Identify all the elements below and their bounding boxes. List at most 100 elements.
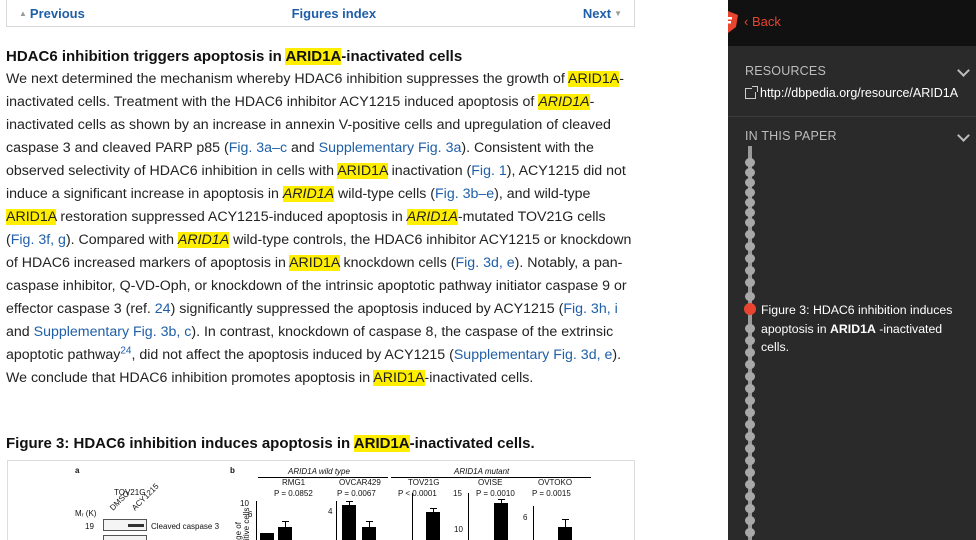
- timeline-marker[interactable]: [745, 516, 755, 525]
- timeline-marker[interactable]: [745, 242, 755, 251]
- y-axis: [256, 501, 257, 540]
- timeline-marker[interactable]: [745, 408, 755, 417]
- cell-line-name: OVCAR429: [339, 478, 381, 487]
- timeline-marker[interactable]: [745, 198, 755, 207]
- timeline-marker[interactable]: [745, 178, 755, 187]
- bar: [426, 512, 440, 540]
- figure-link[interactable]: Fig. 3d, e: [455, 255, 514, 271]
- bar: [362, 527, 376, 540]
- axis-tick: 15: [453, 489, 462, 498]
- article-pane: ▲ Previous Figures index Next ▼ HDAC6 in…: [0, 0, 728, 540]
- figure-heading: Figure 3: HDAC6 inhibition induces apopt…: [6, 435, 535, 452]
- bar: [342, 505, 356, 540]
- p-value: P = 0.0067: [337, 489, 376, 498]
- timeline-marker[interactable]: [745, 254, 755, 263]
- supplementary-figure-link[interactable]: Supplementary Fig. 3a: [319, 140, 462, 156]
- y-axis: [533, 506, 534, 540]
- timeline-marker[interactable]: [745, 292, 755, 301]
- timeline-marker[interactable]: [745, 420, 755, 429]
- gene-highlight: ARID1A: [177, 232, 230, 248]
- chevron-down-icon[interactable]: [957, 64, 970, 77]
- timeline-marker[interactable]: [745, 432, 755, 441]
- reference-link[interactable]: 24: [155, 301, 171, 317]
- gene-highlight: ARID1A: [568, 71, 620, 87]
- blot-band: [128, 524, 144, 527]
- timeline-active-marker[interactable]: [744, 303, 756, 315]
- triangle-down-icon: ▼: [614, 8, 622, 18]
- timeline-marker[interactable]: [745, 396, 755, 405]
- triangle-up-icon: ▲: [19, 8, 27, 18]
- timeline-marker[interactable]: [745, 336, 755, 345]
- timeline-marker[interactable]: [745, 360, 755, 369]
- figure-link[interactable]: Fig. 3h, i: [563, 301, 617, 317]
- error-bar-cap: [282, 521, 289, 522]
- y-axis: [336, 501, 337, 540]
- figure-link[interactable]: Fig. 3f, g: [11, 232, 66, 248]
- results-paragraph: We next determined the mechanism whereby…: [6, 71, 632, 386]
- back-link[interactable]: ‹ Back: [744, 14, 781, 29]
- bar: [278, 527, 292, 540]
- figure-link[interactable]: Fig. 3b–e: [435, 186, 494, 202]
- figures-index-link[interactable]: Figures index: [292, 6, 377, 21]
- timeline-marker[interactable]: [745, 468, 755, 477]
- axis-tick: 10: [240, 499, 249, 508]
- timeline-marker[interactable]: [745, 324, 755, 333]
- timeline-marker[interactable]: [745, 504, 755, 513]
- timeline-marker[interactable]: [745, 230, 755, 239]
- timeline-marker[interactable]: [745, 492, 755, 501]
- bar: [494, 503, 508, 540]
- figure-navigation-bar: ▲ Previous Figures index Next ▼: [6, 0, 635, 27]
- bar: [260, 533, 274, 540]
- timeline-marker[interactable]: [745, 372, 755, 381]
- gene-highlight: ARID1A: [337, 163, 388, 179]
- bar: [558, 527, 572, 540]
- mutant-group-label: ARID1A mutant: [454, 467, 510, 476]
- previous-link[interactable]: ▲ Previous: [19, 6, 85, 21]
- lane-label: ACY1215: [130, 481, 161, 513]
- context-sidebar: ‹ Back RESOURCES http://dbpedia.org/reso…: [728, 0, 976, 540]
- axis-tick: 10: [454, 525, 463, 534]
- p-value: P < 0.0001: [398, 489, 437, 498]
- y-axis: [468, 493, 469, 540]
- active-mention-caption[interactable]: Figure 3: HDAC6 inhibition induces apopt…: [761, 301, 966, 357]
- timeline-marker[interactable]: [745, 384, 755, 393]
- timeline-marker[interactable]: [745, 168, 755, 177]
- figure-link[interactable]: Fig. 3a–c: [229, 140, 287, 156]
- timeline-marker[interactable]: [745, 444, 755, 453]
- timeline-marker[interactable]: [745, 528, 755, 537]
- in-this-paper-section-title: IN THIS PAPER: [745, 129, 837, 143]
- gene-highlight: ARID1A: [282, 186, 335, 202]
- chevron-down-icon[interactable]: [957, 129, 970, 142]
- supplementary-figure-link[interactable]: Supplementary Fig. 3d, e: [454, 347, 613, 363]
- timeline-marker[interactable]: [745, 456, 755, 465]
- wild-type-group-label: ARID1A wild type: [288, 467, 350, 476]
- error-bar-cap: [498, 499, 505, 500]
- p-value: P = 0.0852: [274, 489, 313, 498]
- mention-timeline[interactable]: [744, 146, 756, 540]
- gene-highlight: ARID1A: [373, 370, 425, 386]
- western-blot: [103, 535, 147, 540]
- timeline-marker[interactable]: [745, 158, 755, 167]
- reference-link[interactable]: 24: [120, 345, 131, 356]
- timeline-marker[interactable]: [745, 218, 755, 227]
- external-link-icon: [745, 85, 758, 99]
- cell-line-name: RMG1: [282, 478, 306, 487]
- mw-value: 19: [85, 522, 94, 531]
- error-bar-cap: [366, 521, 373, 522]
- timeline-marker[interactable]: [745, 348, 755, 357]
- timeline-marker[interactable]: [745, 208, 755, 217]
- lane-label: DMSO: [108, 489, 132, 513]
- section-heading: HDAC6 inhibition triggers apoptosis in A…: [6, 48, 463, 65]
- timeline-marker[interactable]: [745, 480, 755, 489]
- figure-3-image[interactable]: a b TOV21G DMSO ACY1215 Mᵣ (K) 19 Cleave…: [7, 460, 635, 540]
- next-link[interactable]: Next ▼: [583, 6, 622, 21]
- timeline-marker[interactable]: [745, 266, 755, 275]
- timeline-marker[interactable]: [745, 278, 755, 287]
- axis-tick: 6: [523, 513, 528, 522]
- error-bar: [565, 519, 566, 527]
- figure-link[interactable]: Fig. 1: [471, 163, 506, 179]
- supplementary-figure-link[interactable]: Supplementary Fig. 3b, c: [34, 324, 192, 340]
- mw-label: Mᵣ (K): [75, 509, 97, 518]
- dbpedia-resource-link[interactable]: http://dbpedia.org/resource/ARID1A: [745, 85, 958, 100]
- timeline-marker[interactable]: [745, 188, 755, 197]
